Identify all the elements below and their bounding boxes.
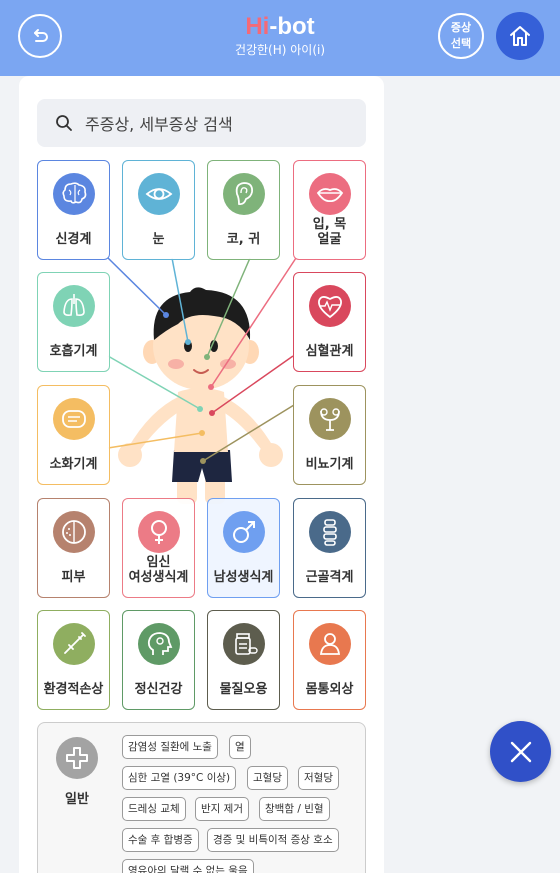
pill-bottle-icon: [222, 623, 265, 665]
chip-high-fever[interactable]: 심한 고열 (39°C 이상): [122, 766, 237, 790]
stomach-icon: [52, 398, 95, 440]
category-label: 심혈관계: [294, 344, 365, 359]
category-label-line1: 피부: [61, 570, 86, 585]
close-fab-button[interactable]: [490, 721, 551, 782]
category-label-line1: 환경적손상: [43, 682, 104, 697]
category-label: 환경적손상: [38, 682, 109, 697]
brain-icon: [52, 173, 95, 215]
category-card-syringe[interactable]: 환경적손상: [37, 610, 110, 710]
category-label-line2: 여성생식계: [128, 570, 189, 585]
kidney-icon: [308, 398, 351, 440]
male-icon: [222, 511, 265, 553]
category-label: 비뇨기계: [294, 457, 365, 472]
category-card-ear[interactable]: 코, 귀: [207, 160, 280, 260]
category-card-brain[interactable]: 신경계: [37, 160, 110, 260]
chip-hyperglycemia[interactable]: 고혈당: [247, 766, 288, 790]
category-label: 정신건강: [123, 682, 194, 697]
chip-hypoglycemia[interactable]: 저혈당: [298, 766, 339, 790]
lungs-icon: [52, 285, 95, 327]
category-label-line1: 눈: [152, 232, 165, 247]
category-label-line1: 비뇨기계: [305, 457, 354, 472]
category-label: 소화기계: [38, 457, 109, 472]
ear-icon: [222, 173, 265, 215]
category-label: 남성생식계: [208, 570, 279, 585]
category-label: 임신 여성생식계: [123, 555, 194, 585]
category-card-heart[interactable]: 심혈관계: [293, 272, 366, 372]
category-card-eye[interactable]: 눈: [122, 160, 195, 260]
general-label: 일반: [65, 792, 89, 807]
lips-icon: [308, 173, 351, 215]
category-card-lungs[interactable]: 호흡기계: [37, 272, 110, 372]
category-card-male[interactable]: 남성생식계: [207, 498, 280, 598]
person-icon: [308, 623, 351, 665]
category-label: 물질오용: [208, 682, 279, 697]
chip-ring-removal[interactable]: 반지 제거: [195, 797, 249, 821]
category-label-line1: 심혈관계: [305, 344, 354, 359]
category-label-line1: 호흡기계: [49, 344, 98, 359]
category-card-person[interactable]: 몸통외상: [293, 610, 366, 710]
category-label: 피부: [38, 570, 109, 585]
close-icon: [510, 741, 531, 762]
chip-post-op-complication[interactable]: 수술 후 합병증: [122, 828, 199, 852]
chip-mild-nonspecific[interactable]: 경증 및 비특이적 증상 호소: [207, 828, 339, 852]
chip-infection-exposure[interactable]: 감염성 질환에 노출: [122, 735, 218, 759]
category-card-lips[interactable]: 입, 목 얼굴: [293, 160, 366, 260]
category-label-line1: 몸통외상: [305, 682, 354, 697]
category-card-skin-face[interactable]: 피부: [37, 498, 110, 598]
category-label: 코, 귀: [208, 232, 279, 247]
category-label-line1: 소화기계: [49, 457, 98, 472]
plus-cross-icon: [56, 737, 98, 779]
category-label-line1: 물질오용: [219, 682, 268, 697]
heart-icon: [308, 285, 351, 327]
category-label: 눈: [123, 232, 194, 247]
category-label-line1: 정신건강: [134, 682, 183, 697]
category-label-line1: 임신: [146, 555, 171, 570]
chip-dressing-change[interactable]: 드레싱 교체: [122, 797, 186, 821]
category-card-kidney[interactable]: 비뇨기계: [293, 385, 366, 485]
category-card-pill-bottle[interactable]: 물질오용: [207, 610, 280, 710]
spine-icon: [308, 511, 351, 553]
chip-pallor-anemia[interactable]: 창백함 / 빈혈: [259, 797, 330, 821]
category-label: 호흡기계: [38, 344, 109, 359]
category-card-female[interactable]: 임신 여성생식계: [122, 498, 195, 598]
category-label-line1: 남성생식계: [213, 570, 274, 585]
chip-fever[interactable]: 열: [229, 735, 251, 759]
category-label-line1: 코, 귀: [226, 232, 261, 247]
category-card-stomach[interactable]: 소화기계: [37, 385, 110, 485]
category-label: 몸통외상: [294, 682, 365, 697]
skin-face-icon: [52, 511, 95, 553]
category-label-line1: 입, 목: [312, 217, 347, 232]
category-card-spine[interactable]: 근골격계: [293, 498, 366, 598]
chip-inconsolable-crying[interactable]: 영유아의 달랠 수 없는 울음: [122, 859, 254, 873]
category-label: 신경계: [38, 232, 109, 247]
category-label: 입, 목 얼굴: [294, 217, 365, 247]
category-label-line1: 근골격계: [305, 570, 354, 585]
category-label-line2: 얼굴: [317, 232, 342, 247]
category-label-line1: 신경계: [55, 232, 92, 247]
category-card-mind[interactable]: 정신건강: [122, 610, 195, 710]
mind-icon: [137, 623, 180, 665]
category-label: 근골격계: [294, 570, 365, 585]
syringe-icon: [52, 623, 95, 665]
eye-icon: [137, 173, 180, 215]
female-icon: [137, 511, 180, 553]
